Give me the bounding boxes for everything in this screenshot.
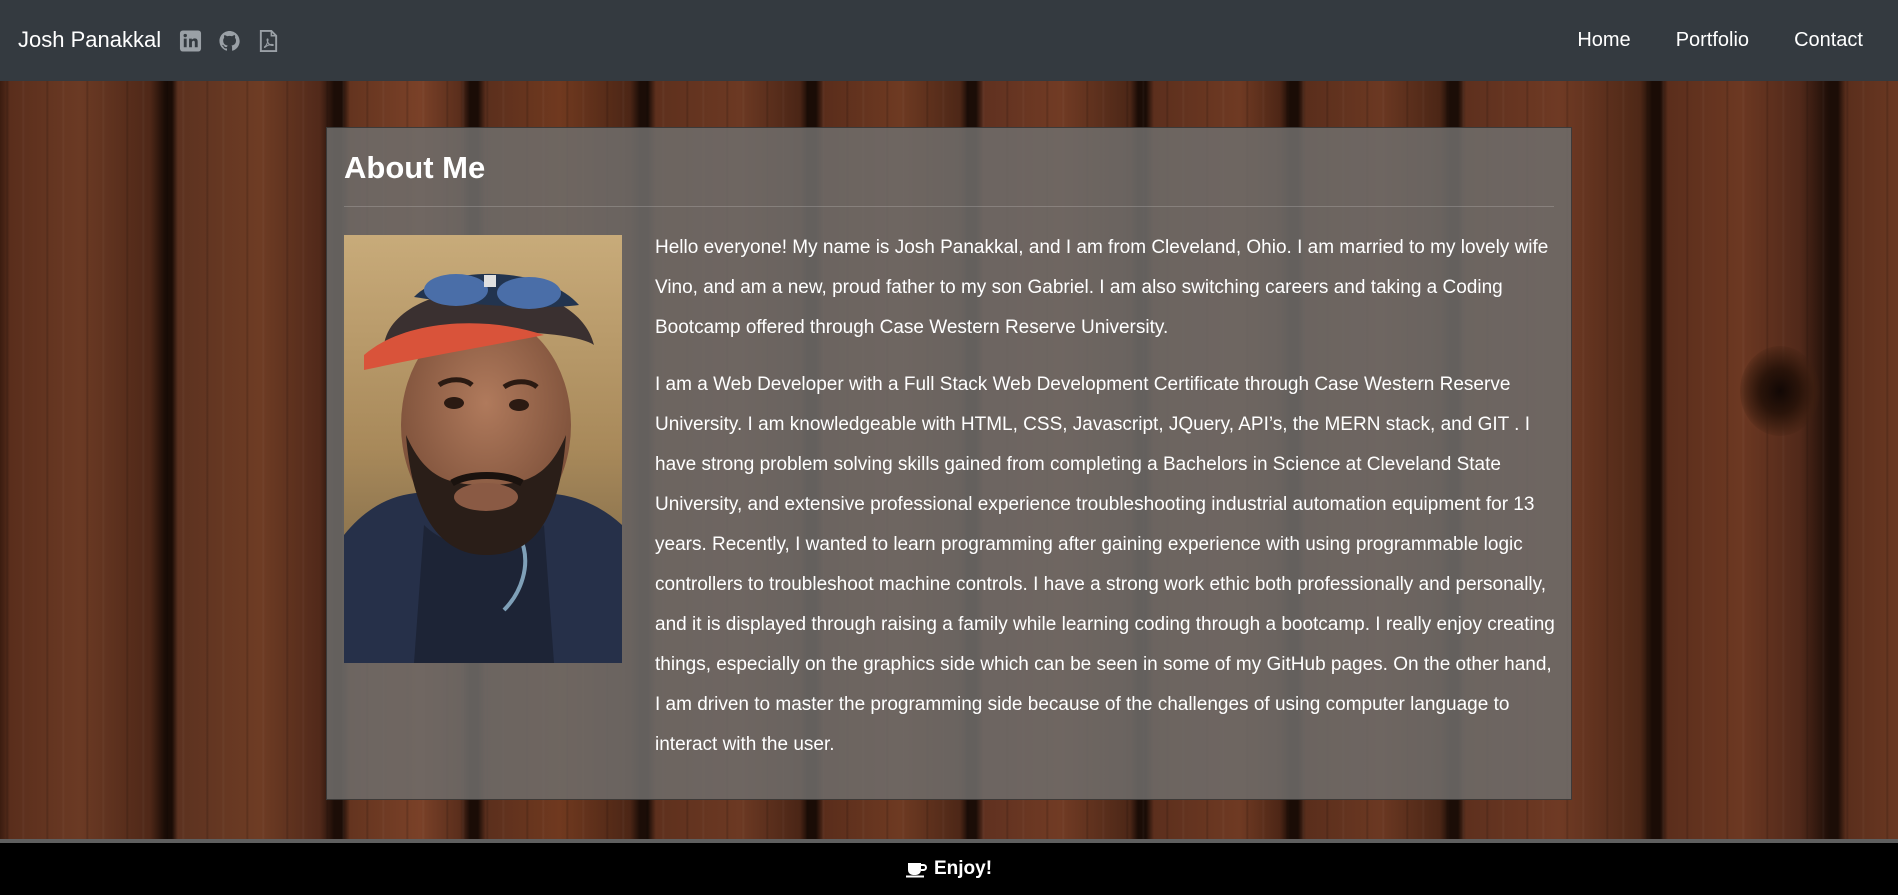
nav-link-contact[interactable]: Contact <box>1794 26 1863 54</box>
nav-link-portfolio[interactable]: Portfolio <box>1676 26 1749 54</box>
footer: Enjoy! <box>0 843 1898 895</box>
coffee-cup-icon <box>905 860 928 878</box>
footer-content: Enjoy! <box>905 858 993 880</box>
bio-paragraph-2: I am a Web Developer with a Full Stack W… <box>655 374 1555 755</box>
navbar: Josh Panakkal Home Portfolio Contact <box>0 0 1898 81</box>
nav-links: Home Portfolio Contact <box>1532 26 1863 54</box>
nav-link-home[interactable]: Home <box>1577 26 1630 54</box>
about-me-title: About Me <box>344 150 486 185</box>
wood-knot <box>1740 346 1820 436</box>
footer-text: Enjoy! <box>933 858 993 879</box>
pdf-file-icon[interactable] <box>257 29 280 53</box>
about-me-card: About Me Hello everyone! My name is Josh… <box>326 127 1572 800</box>
bio-paragraph-1: Hello everyone! My name is Josh Panakkal… <box>655 237 1549 338</box>
github-icon[interactable] <box>218 29 241 53</box>
about-me-bio: Hello everyone! My name is Josh Panakkal… <box>655 228 1555 782</box>
profile-photo <box>344 235 622 663</box>
brand-name[interactable]: Josh Panakkal <box>18 24 161 56</box>
title-divider <box>344 206 1554 207</box>
linkedin-icon[interactable] <box>179 29 202 53</box>
